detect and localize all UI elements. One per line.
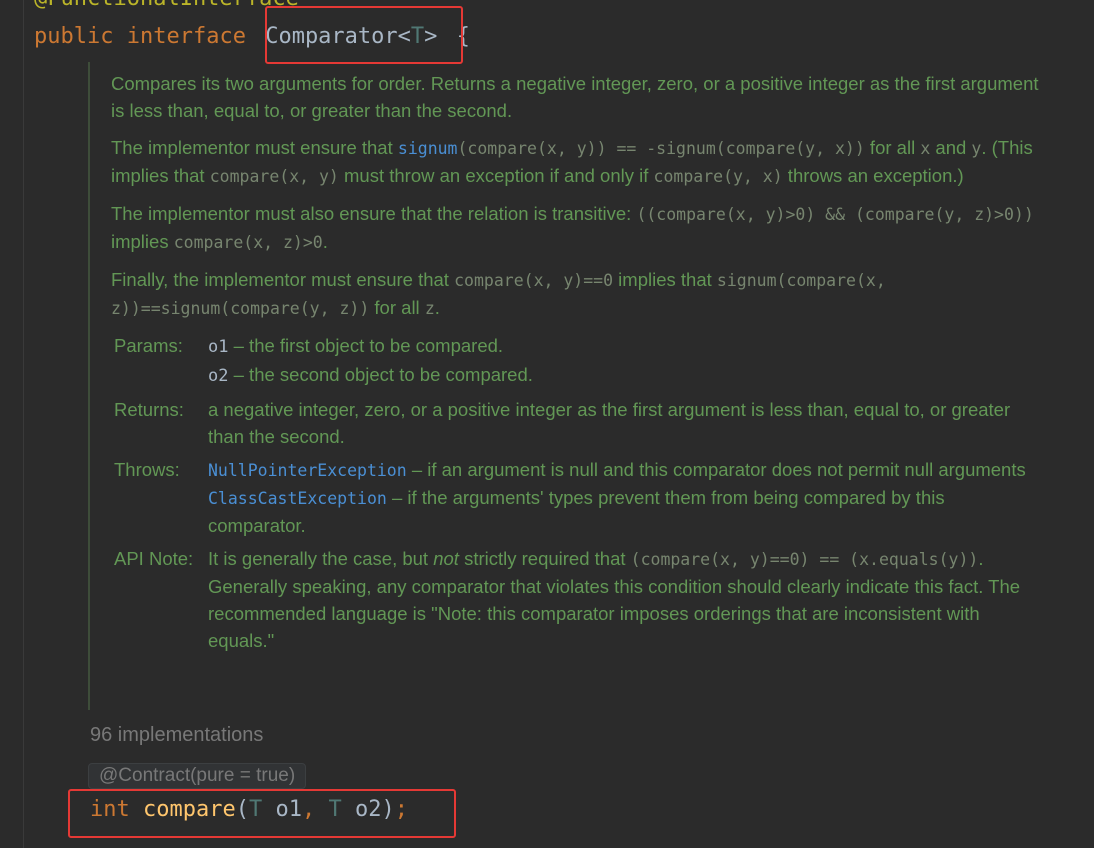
functional-interface-annotation: @FunctionalInterface (34, 0, 299, 10)
doc-text: . (322, 231, 328, 252)
returns-section: Returns: a negative integer, zero, or a … (111, 396, 1041, 450)
throws-cce: ClassCastException – if the arguments' t… (208, 484, 1041, 539)
doc-code: compare(x, y)==0 (454, 271, 614, 290)
api-note-label: API Note: (114, 548, 194, 569)
doc-text: throws an exception.) (782, 165, 964, 186)
doc-text: The implementor must ensure that (111, 137, 398, 158)
doc-text: strictly required that (458, 548, 631, 569)
signum-link[interactable]: signum (398, 139, 458, 158)
throws-npe-desc: – if an argument is null and this compar… (406, 459, 1026, 480)
doc-code: ((compare(x, y)>0) && (compare(y, z)>0)) (636, 205, 1034, 224)
params-label: Params: (114, 335, 183, 356)
throws-section: Throws: NullPointerException – if an arg… (111, 456, 1041, 539)
keyword-public: public (34, 24, 114, 49)
param-o1: o1 – the first object to be compared. (208, 332, 1041, 361)
doc-code: y (971, 139, 982, 158)
param-o2-name: o2 (208, 366, 229, 386)
doc-code: compare(x, z)>0 (173, 233, 323, 252)
doc-code: (compare(x, y)==0) == (x.equals(y)) (630, 550, 979, 569)
api-note-section: API Note: It is generally the case, but … (111, 545, 1041, 654)
class-cast-exception-link[interactable]: ClassCastException (208, 489, 387, 508)
javadoc-block: Compares its two arguments for order. Re… (88, 62, 1050, 710)
param-o1-desc: – the first object to be compared. (228, 335, 504, 356)
doc-paragraph-2: The implementor must ensure that signum(… (111, 134, 1041, 190)
contract-annotation-hint: @Contract(pure = true) (88, 763, 307, 789)
doc-code: x (920, 139, 931, 158)
doc-text: . (434, 297, 440, 318)
doc-paragraph-4: Finally, the implementor must ensure tha… (111, 266, 1041, 322)
doc-code: compare(x, y) (209, 167, 339, 186)
keyword-interface: interface (126, 24, 246, 49)
highlight-box-method (68, 789, 456, 838)
doc-text: implies that (613, 269, 717, 290)
editor-gutter (23, 0, 24, 848)
doc-paragraph-3: The implementor must also ensure that th… (111, 200, 1041, 256)
implementations-count-link[interactable]: 96 implementations (90, 724, 263, 747)
doc-text: Finally, the implementor must ensure tha… (111, 269, 455, 290)
doc-text: for all (864, 137, 921, 158)
throws-label: Throws: (114, 459, 180, 480)
doc-code: z (424, 299, 435, 318)
param-o2: o2 – the second object to be compared. (208, 361, 1041, 390)
doc-tags: Params: o1 – the first object to be comp… (111, 332, 1041, 654)
param-o2-desc: – the second object to be compared. (228, 364, 533, 385)
doc-code: compare(y, x) (653, 167, 783, 186)
null-pointer-exception-link[interactable]: NullPointerException (208, 461, 407, 480)
highlight-box-interface-name (265, 6, 463, 64)
doc-text: The implementor must also ensure that th… (111, 203, 637, 224)
doc-paragraph-1: Compares its two arguments for order. Re… (111, 73, 1039, 121)
doc-text: must throw an exception if and only if (338, 165, 654, 186)
doc-text: and (930, 137, 972, 158)
returns-text: a negative integer, zero, or a positive … (208, 399, 1011, 447)
doc-text: It is generally the case, but (208, 548, 434, 569)
doc-text: for all (369, 297, 425, 318)
param-o1-name: o1 (208, 337, 229, 357)
doc-code: (compare(x, y)) == -signum(compare(y, x)… (457, 139, 865, 158)
doc-text: implies (111, 231, 174, 252)
api-note-text: It is generally the case, but not strict… (208, 545, 1041, 654)
returns-label: Returns: (114, 399, 184, 420)
throws-npe: NullPointerException – if an argument is… (208, 456, 1041, 484)
params-section: Params: o1 – the first object to be comp… (111, 332, 1041, 390)
doc-emphasis: not (433, 548, 459, 569)
